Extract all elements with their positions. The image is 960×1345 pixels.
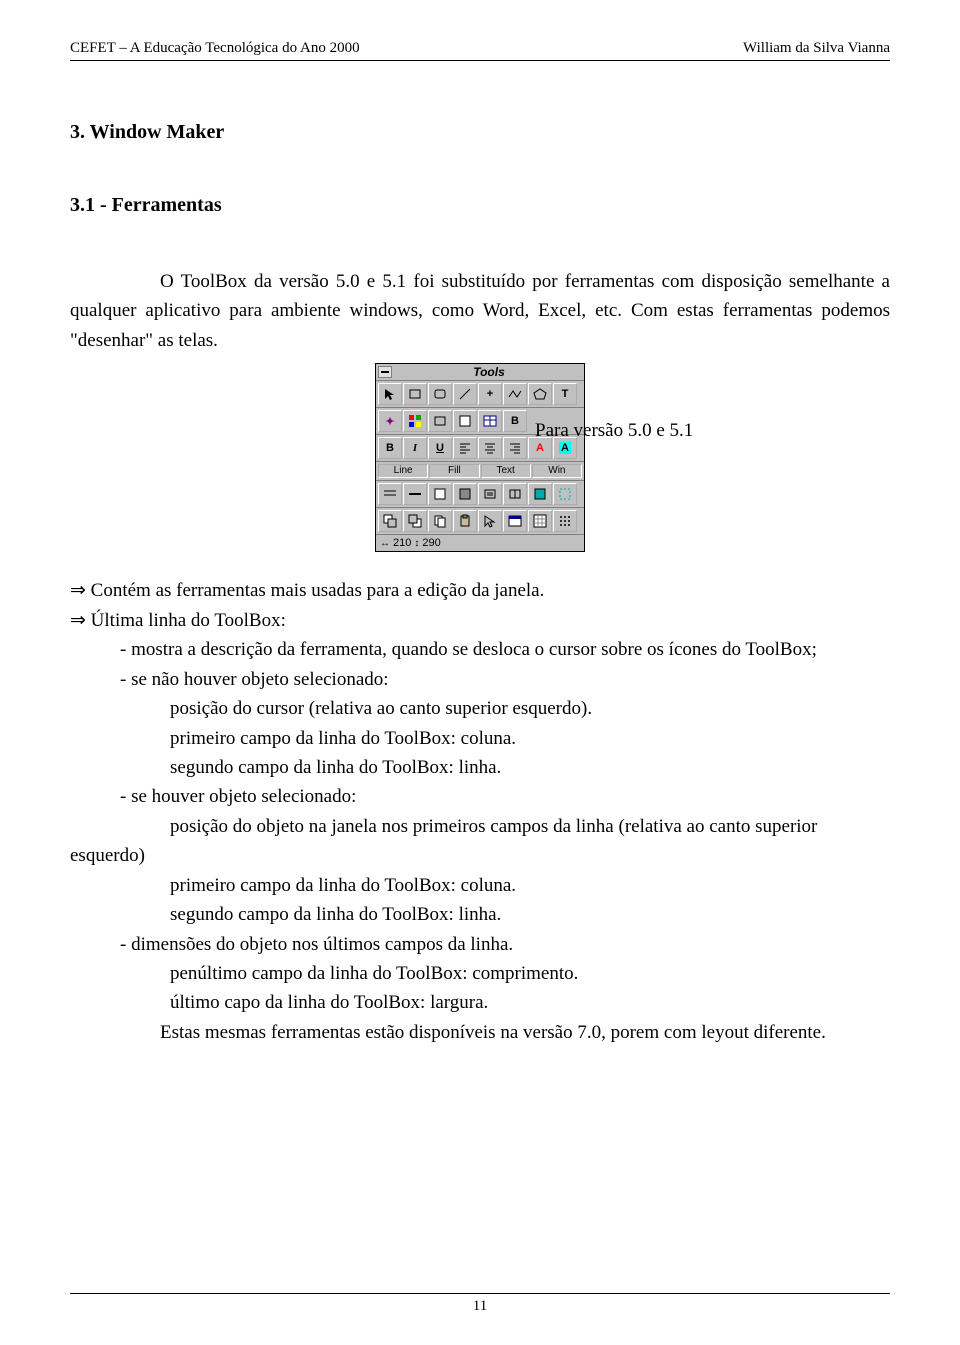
toolbox-row-style-2 xyxy=(376,508,584,535)
footer-rule xyxy=(70,1293,890,1294)
italic-icon[interactable]: I xyxy=(403,437,427,459)
figure-caption: Para versão 5.0 e 5.1 xyxy=(535,420,693,442)
fill-style-2-icon[interactable] xyxy=(453,483,477,505)
intro-paragraph: O ToolBox da versão 5.0 e 5.1 foi substi… xyxy=(70,267,890,355)
color-grid-icon[interactable] xyxy=(403,410,427,432)
toolbox-window: Tools + T ✦ B xyxy=(375,363,585,552)
line-style-1-icon[interactable] xyxy=(378,483,402,505)
window-layout-icon[interactable] xyxy=(503,510,527,532)
heading-sub: 3.1 - Ferramentas xyxy=(70,194,890,217)
pointer-icon[interactable] xyxy=(378,383,402,405)
button3d-icon[interactable] xyxy=(428,410,452,432)
copy-icon[interactable] xyxy=(428,510,452,532)
label-text: Text xyxy=(481,464,531,478)
p3: - mostra a descrição da ferramenta, quan… xyxy=(70,635,890,664)
align-right-icon[interactable] xyxy=(503,437,527,459)
p15: Estas mesmas ferramentas estão disponíve… xyxy=(70,1018,890,1047)
p9b: esquerdo) xyxy=(70,841,890,870)
underline-icon[interactable]: U xyxy=(428,437,452,459)
align-center-icon[interactable] xyxy=(478,437,502,459)
heading-main: 3. Window Maker xyxy=(70,121,890,144)
toolbox-row-tools-1: + T xyxy=(376,381,584,408)
text-frame-2-icon[interactable] xyxy=(503,483,527,505)
grid-dialog-icon[interactable] xyxy=(478,410,502,432)
label-fill: Fill xyxy=(429,464,479,478)
header-right: William da Silva Vianna xyxy=(743,40,890,57)
line-icon[interactable] xyxy=(453,383,477,405)
bold-b-icon[interactable]: B xyxy=(503,410,527,432)
bring-front-icon[interactable] xyxy=(403,510,427,532)
toolbox-section-labels: Line Fill Text Win xyxy=(376,462,584,481)
header-rule xyxy=(70,60,890,61)
page-footer: 11 xyxy=(70,1293,890,1315)
p5: posição do cursor (relativa ao canto sup… xyxy=(70,694,890,723)
toolbox-titlebar: Tools xyxy=(376,364,584,381)
p7: segundo campo da linha do ToolBox: linha… xyxy=(70,753,890,782)
arrow-down-icon: ↕ xyxy=(414,538,419,549)
bold-icon[interactable]: B xyxy=(378,437,402,459)
wizard-icon[interactable]: ✦ xyxy=(378,410,402,432)
win-style-1-icon[interactable] xyxy=(528,483,552,505)
p8: - se houver objeto selecionado: xyxy=(70,782,890,811)
status-x: 210 xyxy=(393,537,411,549)
p14: último capo da linha do ToolBox: largura… xyxy=(70,988,890,1017)
p2: ⇒ Última linha do ToolBox: xyxy=(70,606,890,635)
p10: primeiro campo da linha do ToolBox: colu… xyxy=(70,871,890,900)
paste-icon[interactable] xyxy=(453,510,477,532)
p9: posição do objeto na janela nos primeiro… xyxy=(70,812,890,841)
p4: - se não houver objeto selecionado: xyxy=(70,665,890,694)
rounded-rect-icon[interactable] xyxy=(428,383,452,405)
toolbox-title: Tools xyxy=(396,365,582,379)
panel-icon[interactable] xyxy=(453,410,477,432)
line-style-2-icon[interactable] xyxy=(403,483,427,505)
fill-style-1-icon[interactable] xyxy=(428,483,452,505)
text-tool-icon[interactable]: T xyxy=(553,383,577,405)
send-back-icon[interactable] xyxy=(378,510,402,532)
polyline-icon[interactable] xyxy=(503,383,527,405)
header-left: CEFET – A Educação Tecnológica do Ano 20… xyxy=(70,40,360,57)
status-y: 290 xyxy=(422,537,440,549)
p12: - dimensões do objeto nos últimos campos… xyxy=(70,930,890,959)
system-menu-icon[interactable] xyxy=(378,366,392,378)
win-style-2-icon[interactable] xyxy=(553,483,577,505)
label-line: Line xyxy=(378,464,428,478)
toolbox-row-style-1 xyxy=(376,481,584,508)
pointer2-icon[interactable] xyxy=(478,510,502,532)
rectangle-icon[interactable] xyxy=(403,383,427,405)
page-number: 11 xyxy=(70,1298,890,1315)
toolbox-status-row: ↔ 210 ↕ 290 xyxy=(376,535,584,551)
label-win: Win xyxy=(532,464,582,478)
plus-icon[interactable]: + xyxy=(478,383,502,405)
arrow-right-icon: ↔ xyxy=(380,538,390,549)
p1: ⇒ Contém as ferramentas mais usadas para… xyxy=(70,576,890,605)
page-header: CEFET – A Educação Tecnológica do Ano 20… xyxy=(70,40,890,57)
polygon-icon[interactable] xyxy=(528,383,552,405)
p6: primeiro campo da linha do ToolBox: colu… xyxy=(70,724,890,753)
align-left-icon[interactable] xyxy=(453,437,477,459)
p13: penúltimo campo da linha do ToolBox: com… xyxy=(70,959,890,988)
text-frame-icon[interactable] xyxy=(478,483,502,505)
grid-pattern-icon[interactable] xyxy=(528,510,552,532)
p11: segundo campo da linha do ToolBox: linha… xyxy=(70,900,890,929)
p9-prefix: posição do objeto na janela nos primeiro… xyxy=(170,816,817,837)
dot-grid-icon[interactable] xyxy=(553,510,577,532)
